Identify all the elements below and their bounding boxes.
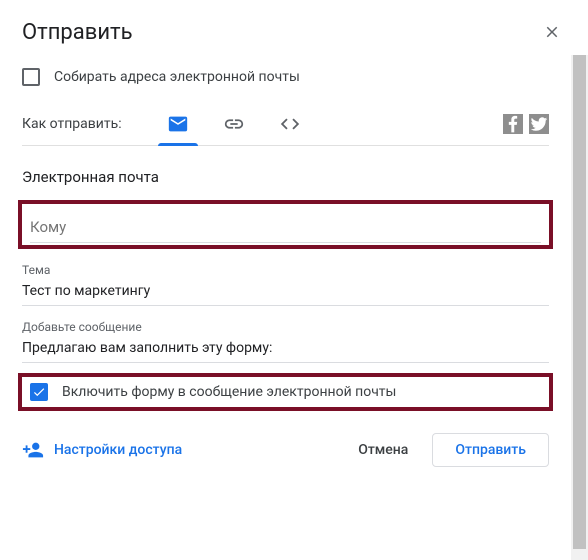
person-add-icon <box>22 439 44 461</box>
share-facebook-button[interactable] <box>503 114 523 134</box>
include-form-checkbox[interactable] <box>30 383 48 401</box>
message-input[interactable] <box>22 334 549 363</box>
twitter-icon <box>529 114 549 134</box>
access-settings-link[interactable]: Настройки доступа <box>22 439 182 461</box>
to-field-highlight <box>18 200 553 249</box>
collect-emails-row: Собирать адреса электронной почты <box>22 58 549 102</box>
include-form-label: Включить форму в сообщение электронной п… <box>62 384 396 400</box>
link-icon <box>223 113 245 135</box>
share-twitter-button[interactable] <box>529 114 549 134</box>
dialog-header: Отправить <box>0 0 588 58</box>
subject-input[interactable] <box>22 277 549 306</box>
email-section-title: Электронная почта <box>22 146 549 200</box>
mail-icon <box>167 113 189 135</box>
tab-link[interactable] <box>206 102 262 146</box>
dialog-title: Отправить <box>22 20 133 45</box>
dialog-actions: Настройки доступа Отмена Отправить <box>22 411 549 467</box>
collect-emails-checkbox[interactable] <box>22 68 40 86</box>
cancel-button[interactable]: Отмена <box>344 434 422 466</box>
send-method-tabs: Как отправить: <box>22 102 549 146</box>
facebook-icon <box>503 114 523 134</box>
message-field: Добавьте сообщение <box>22 320 549 363</box>
include-form-highlight: Включить форму в сообщение электронной п… <box>18 373 553 411</box>
send-button[interactable]: Отправить <box>432 433 549 467</box>
close-icon <box>543 23 561 41</box>
access-settings-label: Настройки доступа <box>54 442 182 458</box>
code-icon <box>279 113 301 135</box>
send-method-label: Как отправить: <box>22 116 122 132</box>
scrollbar-thumb[interactable] <box>573 55 586 549</box>
send-dialog: Отправить Собирать адреса электронной по… <box>0 0 588 560</box>
tab-embed[interactable] <box>262 102 318 146</box>
subject-field: Тема <box>22 263 549 306</box>
to-input[interactable] <box>30 210 541 243</box>
collect-emails-label: Собирать адреса электронной почты <box>54 69 300 85</box>
subject-label: Тема <box>22 263 549 277</box>
tab-email[interactable] <box>150 102 206 146</box>
check-icon <box>32 385 46 399</box>
social-share <box>503 114 549 134</box>
close-button[interactable] <box>538 18 566 46</box>
message-label: Добавьте сообщение <box>22 320 549 334</box>
